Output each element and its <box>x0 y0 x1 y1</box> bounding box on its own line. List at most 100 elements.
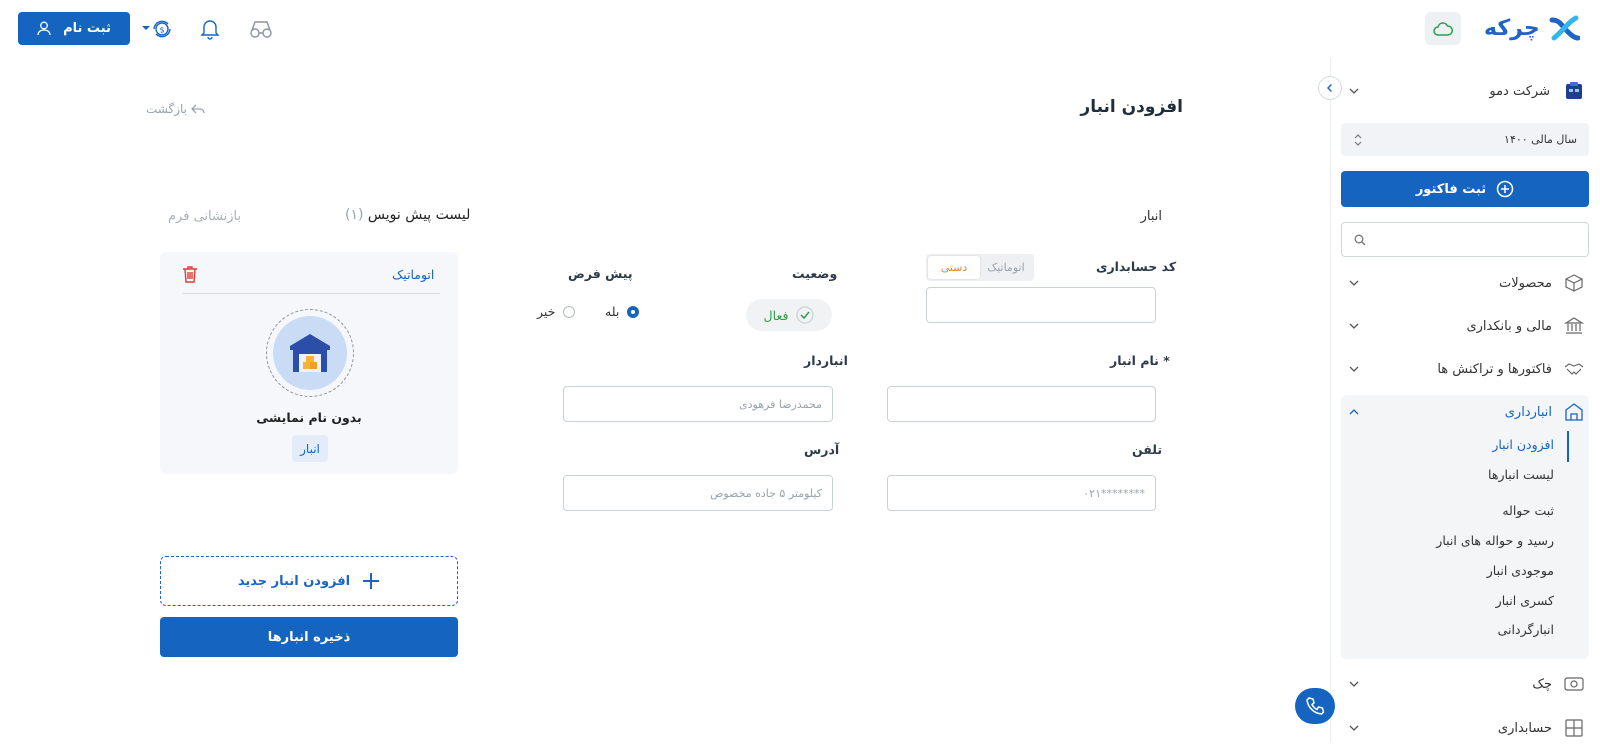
trash-icon[interactable] <box>182 265 198 283</box>
sidebar-item-label: چک <box>1532 676 1552 692</box>
sidebar-item-cheque[interactable]: چک <box>1348 667 1584 701</box>
signup-button[interactable]: ثبت نام <box>18 12 130 45</box>
sidebar-subitem-receipts[interactable]: رسید و حواله های انبار <box>1436 533 1554 548</box>
svg-text:$: $ <box>159 26 164 35</box>
signup-label: ثبت نام <box>63 21 111 36</box>
draft-list-label: لیست پیش نویس <box>367 207 471 223</box>
chevron-down-icon <box>1348 322 1360 330</box>
company-icon <box>1564 81 1584 101</box>
sidebar-item-invoices[interactable]: فاکتورها و تراکنش ها <box>1348 352 1584 386</box>
support-call-button[interactable] <box>1295 688 1335 724</box>
top-bar <box>0 0 1600 58</box>
default-yes-label: بله <box>605 304 620 319</box>
phone-input[interactable]: ۰۲۱******** <box>887 475 1156 511</box>
warehouse-building-icon <box>288 332 332 374</box>
default-yes-option[interactable]: بله <box>605 304 640 319</box>
section-title: انبار <box>1140 209 1162 224</box>
active-indicator <box>1567 431 1569 462</box>
address-label: آدرس <box>804 442 840 457</box>
sidebar-item-accounting[interactable]: حسابداری <box>1348 711 1584 745</box>
status-toggle[interactable]: فعال <box>746 299 832 331</box>
sidebar-item-label: محصولات <box>1499 275 1552 291</box>
plus-icon <box>362 572 380 590</box>
fiscal-year-select[interactable]: سال مالی ۱۴۰۰ <box>1341 123 1589 156</box>
keeper-input[interactable]: محمدرضا فرهودی <box>563 386 833 422</box>
invoice-button-label: ثبت فاکتور <box>1415 181 1487 197</box>
brand-logo[interactable]: چرکه <box>1484 10 1580 46</box>
accounting-code-input[interactable] <box>926 287 1156 323</box>
sidebar-item-products[interactable]: محصولات <box>1348 266 1584 300</box>
chevron-up-icon <box>1348 408 1360 416</box>
default-no-option[interactable]: خیر <box>537 304 576 319</box>
coin-exchange-icon[interactable]: $ <box>141 18 173 40</box>
code-mode-auto[interactable]: اتوماتیک <box>980 256 1032 279</box>
bank-icon <box>1564 316 1584 336</box>
default-label: پیش فرض <box>568 266 633 281</box>
address-input[interactable]: کیلومتر ۵ جاده مخصوص <box>563 475 833 511</box>
sidebar-subitem-add-warehouse[interactable]: افزودن انبار <box>1492 437 1554 452</box>
company-name: شرکت دمو <box>1489 83 1550 99</box>
draft-count: (۱) <box>345 207 364 223</box>
back-link[interactable]: بازگشت <box>146 102 205 116</box>
chevron-down-icon <box>1348 724 1360 732</box>
glasses-icon[interactable] <box>249 19 273 39</box>
cheque-icon <box>1564 676 1584 692</box>
sidebar-active-group <box>1341 395 1589 659</box>
draft-list-link[interactable]: (۱) لیست پیش نویس <box>345 207 470 223</box>
plus-circle-icon <box>1496 180 1514 198</box>
check-circle-icon <box>796 306 815 324</box>
search-icon <box>1354 234 1366 246</box>
sidebar-subitem-shortage[interactable]: کسری انبار <box>1496 593 1554 608</box>
chevron-left-icon <box>1325 83 1335 93</box>
warehouse-name-input[interactable] <box>887 386 1156 422</box>
phone-label: تلفن <box>1132 442 1163 457</box>
sidebar-subitem-stocktaking[interactable]: انبارگردانی <box>1498 622 1554 637</box>
sidebar-item-finance[interactable]: مالی و بانکداری <box>1348 309 1584 343</box>
cloud-sync-button[interactable] <box>1425 12 1461 45</box>
fiscal-year-label: سال مالی ۱۴۰۰ <box>1504 133 1577 146</box>
sidebar-search-input[interactable] <box>1341 222 1589 257</box>
company-selector[interactable]: شرکت دمو <box>1348 78 1584 104</box>
status-label: وضعیت <box>792 266 838 281</box>
radio-no[interactable] <box>563 305 576 318</box>
chevron-down-icon <box>1348 365 1360 373</box>
card-mode-label: اتوماتیک <box>392 267 435 282</box>
user-icon <box>37 21 51 36</box>
sidebar-collapse-button[interactable] <box>1318 76 1342 100</box>
bell-icon[interactable] <box>200 18 220 40</box>
page-title: افزودن انبار <box>1080 97 1183 117</box>
new-invoice-button[interactable]: ثبت فاکتور <box>1341 171 1589 207</box>
sidebar-item-label: مالی و بانکداری <box>1466 318 1552 334</box>
sidebar-item-warehousing[interactable]: انبارداری <box>1348 395 1584 429</box>
sidebar-subitem-warehouse-list[interactable]: لیست انبارها <box>1488 467 1554 482</box>
warehouse-icon <box>1564 402 1584 422</box>
sidebar-subitem-register-transfer[interactable]: ثبت حواله <box>1502 503 1554 518</box>
sidebar-subitem-inventory[interactable]: موجودی انبار <box>1487 563 1554 578</box>
sidebar-item-label: حسابداری <box>1497 720 1552 736</box>
warehouse-avatar <box>266 309 354 397</box>
default-no-label: خیر <box>537 304 556 319</box>
add-new-label: افزودن انبار جدید <box>237 573 351 589</box>
save-warehouses-button[interactable]: ذخیره انبارها <box>160 617 458 657</box>
code-mode-toggle[interactable]: دستی اتوماتیک <box>926 254 1034 281</box>
phone-icon <box>1305 696 1325 716</box>
add-new-warehouse-button[interactable]: افزودن انبار جدید <box>160 556 458 606</box>
back-arrow-icon <box>191 103 205 115</box>
chevron-down-icon <box>1348 87 1360 95</box>
chevron-down-icon <box>1348 680 1360 688</box>
card-divider <box>182 293 440 294</box>
box-icon <box>1564 273 1584 293</box>
radio-yes[interactable] <box>627 305 640 318</box>
sidebar-item-label: انبارداری <box>1504 404 1552 420</box>
updown-icon <box>1353 133 1363 147</box>
code-mode-manual[interactable]: دستی <box>928 256 980 279</box>
back-label: بازگشت <box>146 102 187 116</box>
logo-icon <box>1548 12 1580 44</box>
reset-form-link[interactable]: بازنشانی فرم <box>168 209 241 224</box>
cloud-icon <box>1433 21 1453 36</box>
warehouse-name-label: نام انبار * <box>1110 353 1170 368</box>
calculator-icon <box>1564 718 1584 738</box>
warehouse-avatar-inner <box>273 316 347 390</box>
chevron-down-icon <box>1348 279 1360 287</box>
accounting-code-label: کد حسابداری <box>1096 259 1177 274</box>
